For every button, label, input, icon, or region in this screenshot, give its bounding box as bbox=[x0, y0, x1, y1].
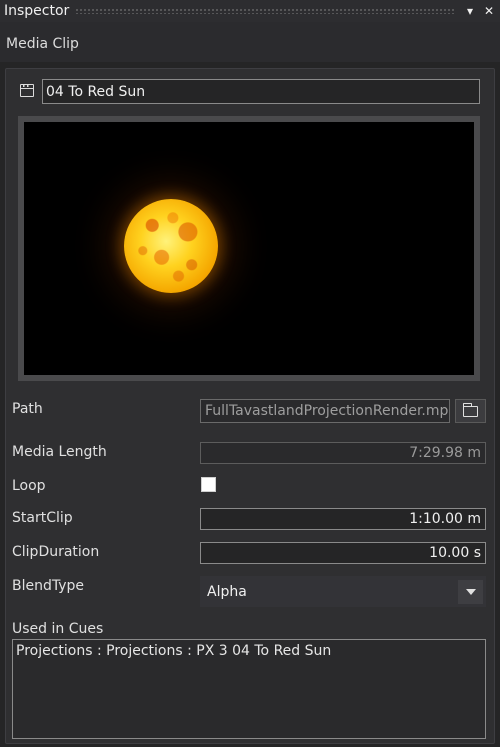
preview-sun-image bbox=[124, 199, 218, 293]
titlebar-drag-grip[interactable] bbox=[75, 8, 454, 14]
chevron-down-icon[interactable] bbox=[458, 580, 483, 604]
clip-duration-label: ClipDuration bbox=[12, 544, 100, 560]
used-in-cues-label: Used in Cues bbox=[12, 621, 104, 637]
close-icon[interactable]: ✕ bbox=[481, 3, 497, 19]
clip-name-input[interactable] bbox=[42, 79, 480, 104]
browse-button[interactable] bbox=[455, 399, 486, 423]
section-title: Media Clip bbox=[6, 36, 79, 52]
loop-checkbox[interactable] bbox=[201, 477, 216, 492]
clapperboard-icon bbox=[20, 84, 34, 97]
path-field: FullTavastlandProjectionRender.mp4 bbox=[200, 399, 450, 423]
clip-duration-field[interactable] bbox=[200, 542, 486, 564]
start-clip-field[interactable] bbox=[200, 508, 486, 530]
blend-type-label: BlendType bbox=[12, 578, 85, 594]
media-length-label: Media Length bbox=[12, 444, 107, 460]
blend-type-value: Alpha bbox=[207, 584, 247, 600]
inspector-titlebar: Inspector ▾ ✕ bbox=[0, 0, 500, 22]
window-options-dropdown-icon[interactable]: ▾ bbox=[462, 3, 478, 19]
media-length-field bbox=[200, 442, 486, 464]
start-clip-label: StartClip bbox=[12, 510, 73, 526]
folder-open-icon bbox=[462, 402, 478, 417]
blend-type-select[interactable]: Alpha bbox=[200, 576, 486, 607]
path-label: Path bbox=[12, 401, 43, 417]
list-item[interactable]: Projections : Projections : PX 3 04 To R… bbox=[16, 643, 482, 659]
inspector-header: Media Clip bbox=[0, 22, 500, 62]
loop-label: Loop bbox=[12, 478, 46, 494]
used-in-cues-list: Projections : Projections : PX 3 04 To R… bbox=[12, 639, 486, 739]
media-preview bbox=[24, 122, 474, 375]
window-title: Inspector bbox=[4, 3, 70, 19]
